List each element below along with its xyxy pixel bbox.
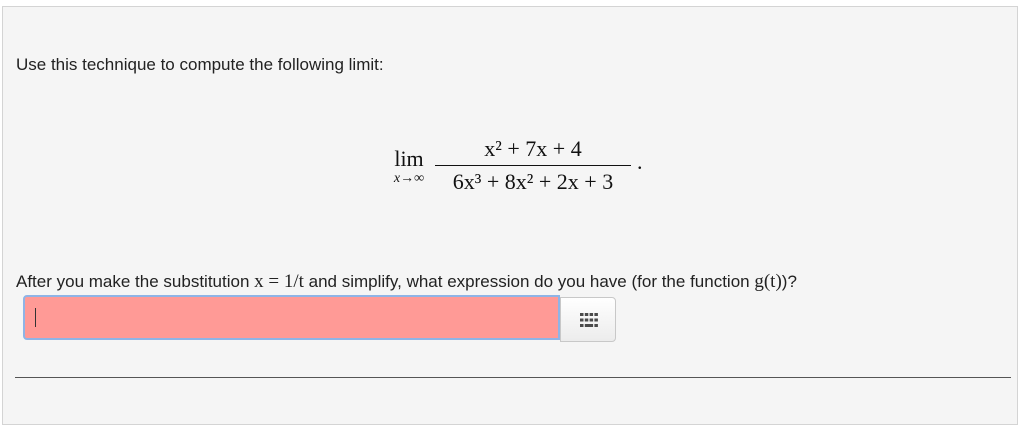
question-math-substitution: x = 1/t [254, 271, 304, 292]
keypad-icon [580, 313, 598, 327]
text-caret [35, 308, 36, 327]
limit-operator: lim x→∞ [383, 147, 435, 187]
question-text: After you make the substitution x = 1/t … [16, 271, 797, 293]
instruction-text: Use this technique to compute the follow… [16, 55, 384, 74]
fraction-bar [435, 165, 631, 166]
question-part-1: After you make the substitution [16, 272, 255, 291]
answer-input[interactable] [23, 295, 560, 340]
question-math-function: g(t) [754, 271, 782, 292]
fraction-denominator: 6x³ + 8x² + 2x + 3 [452, 169, 614, 194]
fraction-numerator: x² + 7x + 4 [484, 136, 582, 161]
question-part-3: )? [781, 272, 797, 291]
section-divider [15, 377, 1011, 378]
limit-subscript: x→∞ [393, 171, 425, 186]
formula-period: . [637, 149, 643, 174]
limit-fraction: x² + 7x + 4 6x³ + 8x² + 2x + 3 [435, 135, 631, 196]
limit-word: lim [394, 146, 424, 171]
math-keypad-button[interactable] [560, 297, 616, 342]
question-panel: Use this technique to compute the follow… [2, 6, 1018, 425]
question-part-2: and simplify, what expression do you hav… [303, 272, 755, 291]
